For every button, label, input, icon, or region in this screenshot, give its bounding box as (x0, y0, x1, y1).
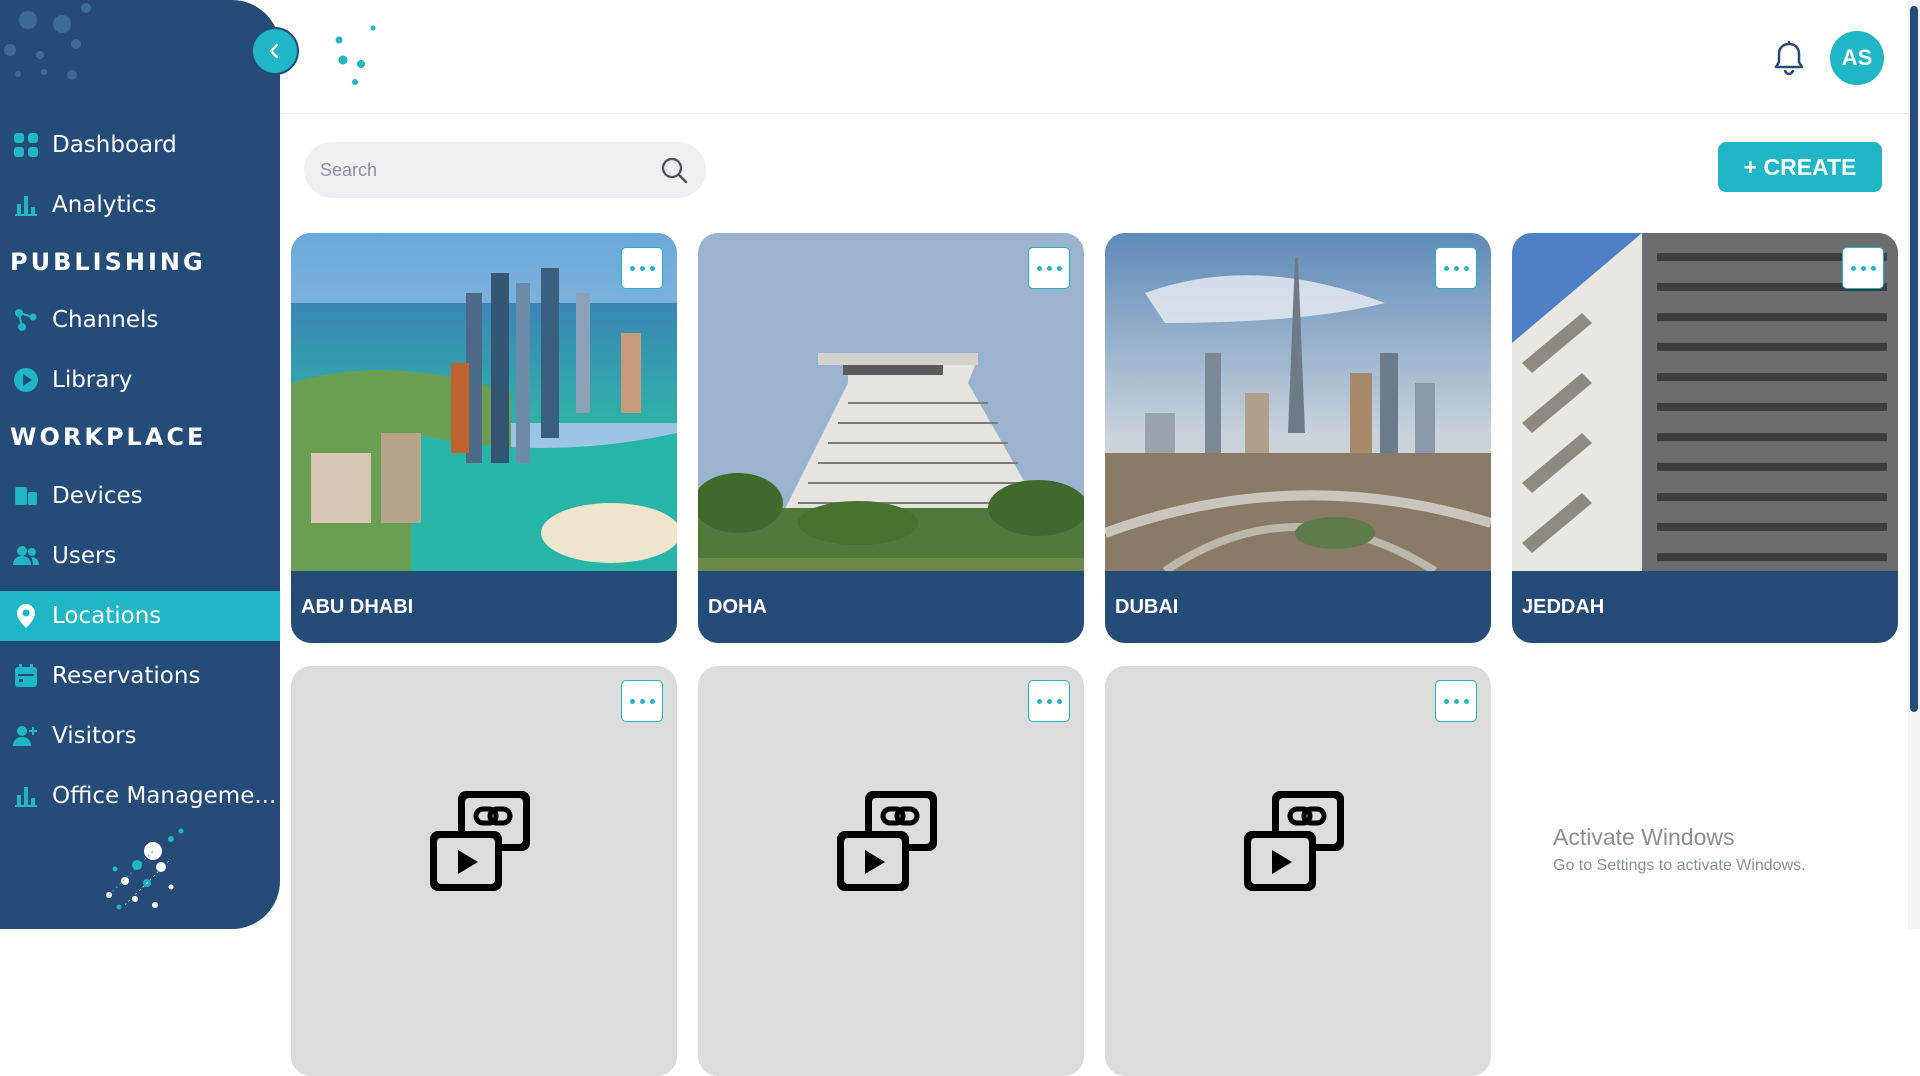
sidebar-item-label: Reservations (52, 663, 201, 689)
sidebar-item-label: Locations (52, 603, 162, 629)
dots-logo-decoration (4, 3, 91, 80)
media-link-icon (837, 791, 937, 891)
bell-icon[interactable] (1772, 40, 1806, 76)
collapse-sidebar-button[interactable] (251, 27, 299, 75)
scrollbar[interactable] (1908, 0, 1920, 929)
search-icon[interactable] (660, 156, 688, 184)
location-card-abu-dhabi[interactable]: ABU DHABI (291, 233, 677, 643)
more-options-button[interactable] (1028, 680, 1070, 722)
location-name: DUBAI (1105, 571, 1491, 643)
chevron-left-icon (269, 43, 279, 59)
user-avatar[interactable]: AS (1830, 31, 1884, 85)
brand-logo (106, 828, 184, 910)
sidebar-item-label: Library (52, 367, 133, 393)
scrollbar-thumb[interactable] (1910, 6, 1918, 712)
sidebar-item-analytics[interactable]: Analytics (0, 180, 280, 230)
watermark-subtitle: Go to Settings to activate Windows. (1553, 857, 1806, 874)
location-image (698, 233, 1084, 571)
create-button[interactable]: + CREATE (1718, 142, 1882, 192)
section-heading-publishing: PUBLISHING (10, 248, 206, 276)
location-image (1512, 233, 1898, 571)
bar-chart-icon (12, 191, 40, 219)
nodes-icon (12, 306, 40, 334)
search-input[interactable] (320, 159, 640, 181)
user-plus-icon (12, 722, 40, 750)
sidebar-item-label: Channels (52, 307, 159, 333)
location-card-dubai[interactable]: DUBAI (1105, 233, 1491, 643)
media-link-icon (1244, 791, 1344, 891)
sidebar-item-office-management[interactable]: Office Manageme... (0, 771, 280, 821)
sidebar-item-visitors[interactable]: Visitors (0, 711, 280, 761)
sidebar-item-users[interactable]: Users (0, 531, 280, 581)
play-circle-icon (12, 366, 40, 394)
location-image (1105, 233, 1491, 571)
app-logo (335, 25, 376, 85)
more-options-button[interactable] (1435, 247, 1477, 289)
users-icon (12, 542, 40, 570)
sidebar-item-label: Visitors (52, 723, 137, 749)
sidebar: Dashboard Analytics PUBLISHING Channels … (0, 0, 280, 929)
bar-chart-icon (12, 782, 40, 810)
sidebar-item-label: Dashboard (52, 132, 177, 158)
sidebar-item-dashboard[interactable]: Dashboard (0, 120, 280, 170)
sidebar-item-library[interactable]: Library (0, 355, 280, 405)
location-card-placeholder[interactable] (698, 666, 1084, 1076)
grid-icon (12, 131, 40, 159)
more-options-button[interactable] (1028, 247, 1070, 289)
location-card-placeholder[interactable] (1105, 666, 1491, 1076)
activate-windows-watermark: Activate Windows Go to Settings to activ… (1553, 824, 1806, 875)
section-heading-workplace: WORKPLACE (10, 423, 207, 451)
location-name: ABU DHABI (291, 571, 677, 643)
location-pin-icon (12, 602, 40, 630)
location-card-placeholder[interactable] (291, 666, 677, 1076)
location-card-doha[interactable]: DOHA (698, 233, 1084, 643)
location-name: DOHA (698, 571, 1084, 643)
location-name: JEDDAH (1512, 571, 1898, 643)
media-link-icon (430, 791, 530, 891)
devices-icon (12, 482, 40, 510)
calendar-icon (12, 662, 40, 690)
more-options-button[interactable] (1435, 680, 1477, 722)
sidebar-item-label: Analytics (52, 192, 157, 218)
sidebar-item-label: Devices (52, 483, 143, 509)
sidebar-item-channels[interactable]: Channels (0, 295, 280, 345)
top-bar (280, 0, 1920, 114)
sidebar-item-label: Office Manageme... (52, 783, 277, 809)
location-image (291, 233, 677, 571)
sidebar-item-reservations[interactable]: Reservations (0, 651, 280, 701)
sidebar-item-devices[interactable]: Devices (0, 471, 280, 521)
more-options-button[interactable] (621, 680, 663, 722)
watermark-title: Activate Windows (1553, 824, 1735, 850)
sidebar-item-label: Users (52, 543, 117, 569)
location-card-jeddah[interactable]: JEDDAH (1512, 233, 1898, 643)
more-options-button[interactable] (621, 247, 663, 289)
sidebar-item-locations[interactable]: Locations (0, 591, 280, 641)
more-options-button[interactable] (1842, 247, 1884, 289)
search-bar (304, 142, 706, 198)
